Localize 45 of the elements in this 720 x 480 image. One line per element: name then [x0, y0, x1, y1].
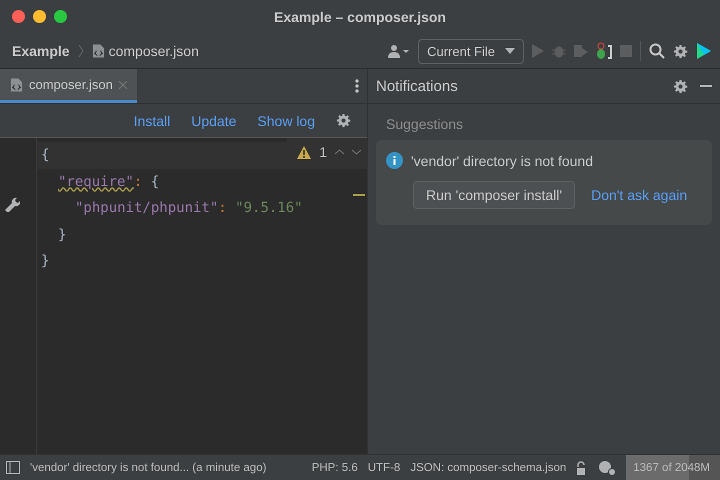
- editor-tab[interactable]: composer.json: [0, 69, 137, 103]
- chevron-up-icon[interactable]: [335, 149, 344, 155]
- minimize-button[interactable]: [33, 10, 46, 23]
- user-icon[interactable]: [388, 44, 410, 58]
- wrench-icon: [4, 196, 20, 212]
- window-title: Example – composer.json: [274, 9, 446, 25]
- settings-icon[interactable]: [673, 44, 688, 58]
- debug-listen-icon[interactable]: [596, 42, 612, 60]
- settings-icon[interactable]: [336, 113, 351, 128]
- maximize-button[interactable]: [54, 10, 67, 23]
- panel-title: Notifications: [376, 78, 459, 94]
- code-line: "phpunit/phpunit": "9.5.16": [75, 200, 303, 216]
- run-composer-install-button[interactable]: Run 'composer install': [413, 181, 576, 209]
- memory-indicator[interactable]: 1367 of 2048M: [626, 455, 720, 480]
- breadcrumb-item[interactable]: composer.json: [108, 43, 199, 59]
- warning-marker: [353, 194, 365, 196]
- chevron-right-icon: [78, 44, 84, 58]
- search-icon[interactable]: [649, 43, 665, 59]
- caret-icon: [505, 48, 515, 54]
- file-encoding[interactable]: UTF-8: [368, 462, 400, 474]
- code-line: }: [41, 253, 50, 269]
- run-configuration-dropdown[interactable]: Current File: [418, 38, 524, 64]
- inspector-icon[interactable]: [598, 460, 616, 476]
- section-heading: Suggestions: [385, 115, 464, 134]
- code-line: {: [41, 147, 50, 163]
- status-message[interactable]: 'vendor' directory is not found... (a minute ago): [30, 462, 302, 474]
- dismiss-link[interactable]: Don't ask again: [591, 187, 688, 203]
- notification-message: 'vendor' directory is not found: [411, 152, 593, 168]
- action-link[interactable]: Install: [134, 112, 170, 128]
- json-file-icon: [10, 76, 23, 92]
- action-link[interactable]: Show log: [257, 112, 315, 128]
- code-line: "require": {: [58, 174, 160, 190]
- action-link[interactable]: Update: [191, 112, 236, 128]
- breadcrumb-item[interactable]: Example: [12, 43, 70, 59]
- close-button[interactable]: [12, 10, 25, 23]
- info-icon: [386, 152, 403, 169]
- json-schema[interactable]: JSON: composer-schema.json: [410, 462, 566, 474]
- php-version[interactable]: PHP: 5.6: [312, 462, 358, 474]
- settings-icon[interactable]: [673, 78, 688, 94]
- panel-toggle-icon[interactable]: [6, 461, 20, 474]
- json-file-icon: [92, 43, 105, 59]
- code-line: }: [58, 226, 66, 242]
- warning-icon: [297, 146, 312, 158]
- chevron-down-icon[interactable]: [352, 149, 361, 155]
- app-logo-icon[interactable]: [696, 42, 712, 60]
